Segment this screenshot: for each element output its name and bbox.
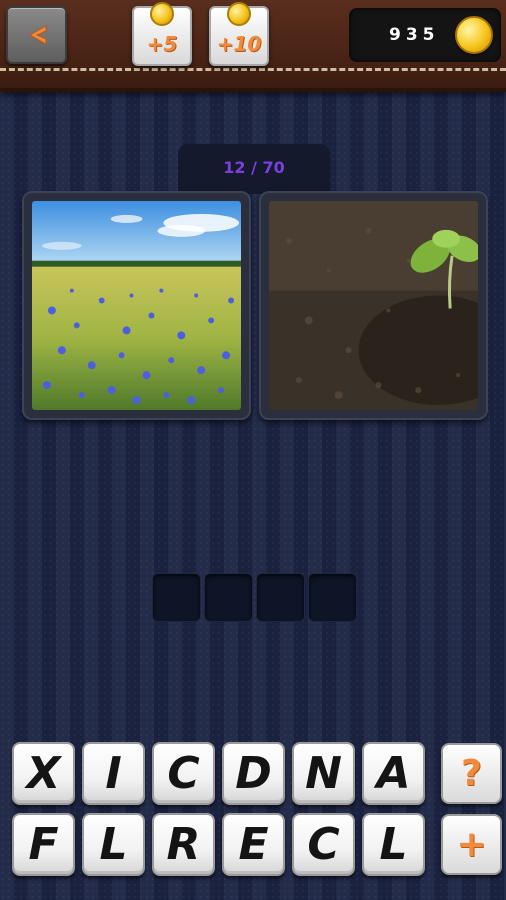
photo-seedling xyxy=(259,191,488,420)
letter-tile[interactable]: N xyxy=(292,742,355,805)
back-arrow-icon xyxy=(28,25,46,45)
letter-tile[interactable]: A xyxy=(362,742,425,805)
letter-tile-label: I xyxy=(105,747,122,799)
letter-tile-label: R xyxy=(166,818,201,870)
letter-tile[interactable]: X xyxy=(12,742,75,805)
letter-tile[interactable]: I xyxy=(82,742,145,805)
letter-tile[interactable]: E xyxy=(222,813,285,876)
bonus-5-button[interactable]: +5 xyxy=(132,2,192,66)
add-button[interactable]: + xyxy=(441,814,502,875)
letter-tile-label: X xyxy=(26,747,61,799)
letter-tile[interactable]: C xyxy=(292,813,355,876)
letter-tile[interactable]: D xyxy=(222,742,285,805)
letter-tile-label: E xyxy=(238,818,269,870)
letter-tile-label: F xyxy=(28,818,59,870)
meadow-image xyxy=(32,201,241,410)
coin-icon xyxy=(150,2,174,26)
bonus-5-label: +5 xyxy=(146,32,178,56)
leather-stitch xyxy=(0,68,506,71)
question-icon: ? xyxy=(461,753,482,794)
letter-tile-label: N xyxy=(305,747,342,799)
letter-tile-label: C xyxy=(307,818,340,870)
bonus-10-button[interactable]: +10 xyxy=(209,2,269,66)
letter-tile[interactable]: L xyxy=(362,813,425,876)
letter-tile-label: L xyxy=(379,818,408,870)
seedling-image xyxy=(269,201,478,410)
letter-tile[interactable]: L xyxy=(82,813,145,876)
letter-tile[interactable]: C xyxy=(152,742,215,805)
bonus-10-label: +10 xyxy=(216,32,262,56)
answer-slot-4[interactable] xyxy=(308,573,357,622)
photo-meadow xyxy=(22,191,251,420)
answer-slot-1[interactable] xyxy=(152,573,201,622)
top-bar: +5 +10 935 xyxy=(0,0,506,92)
letter-tile-label: L xyxy=(99,818,128,870)
letter-tile-label: C xyxy=(167,747,200,799)
answer-slot-2[interactable] xyxy=(204,573,253,622)
letter-tile-label: A xyxy=(376,747,411,799)
coin-icon xyxy=(227,2,251,26)
coin-balance: 935 xyxy=(349,8,501,62)
answer-slot-3[interactable] xyxy=(256,573,305,622)
letter-tile-label: D xyxy=(235,747,272,799)
coin-count: 935 xyxy=(389,25,440,45)
coin-icon xyxy=(455,16,493,54)
letter-tile[interactable]: R xyxy=(152,813,215,876)
back-button[interactable] xyxy=(6,6,67,64)
plus-icon: + xyxy=(456,824,487,865)
level-progress: 12 / 70 xyxy=(223,157,285,177)
level-indicator: 12 / 70 xyxy=(178,144,330,194)
hint-button[interactable]: ? xyxy=(441,743,502,804)
letter-tile[interactable]: F xyxy=(12,813,75,876)
